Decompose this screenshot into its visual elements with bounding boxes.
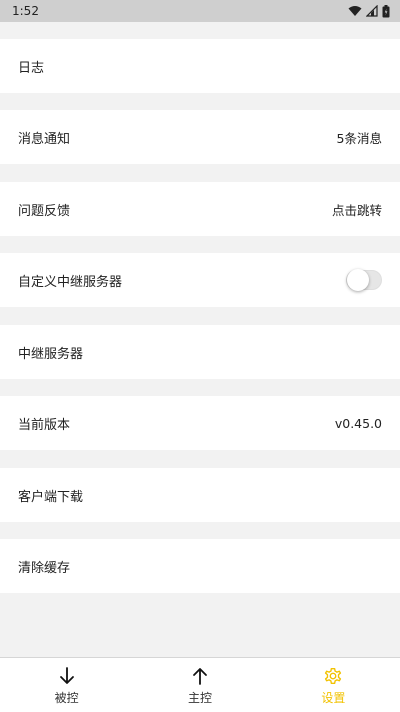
nav-item-controlled[interactable]: 被控 <box>0 658 133 712</box>
row-label: 问题反馈 <box>18 203 71 219</box>
row-feedback[interactable]: 问题反馈 点击跳转 <box>0 182 400 236</box>
row-log[interactable]: 日志 <box>0 39 400 93</box>
row-label: 清除缓存 <box>18 560 71 576</box>
nav-label: 被控 <box>54 690 79 705</box>
nav-item-control[interactable]: 主控 <box>133 658 266 712</box>
status-icons <box>348 4 390 18</box>
row-notifications[interactable]: 消息通知 5条消息 <box>0 110 400 164</box>
row-version: 当前版本 v0.45.0 <box>0 396 400 450</box>
custom-relay-toggle[interactable] <box>346 269 382 291</box>
battery-icon <box>382 4 390 17</box>
version-value: v0.45.0 <box>334 415 382 431</box>
bottom-nav: 被控 主控 设置 <box>0 657 400 712</box>
toggle-knob <box>347 269 369 291</box>
row-relay-server[interactable]: 中继服务器 <box>0 325 400 379</box>
gear-icon <box>325 667 342 684</box>
row-label: 自定义中继服务器 <box>18 274 123 290</box>
row-label: 客户端下载 <box>18 489 84 505</box>
row-label: 日志 <box>18 60 45 76</box>
row-label: 当前版本 <box>18 417 71 433</box>
signal-icon <box>366 5 378 17</box>
feedback-link: 点击跳转 <box>331 202 382 218</box>
nav-label: 设置 <box>321 690 346 705</box>
nav-item-settings[interactable]: 设置 <box>267 658 400 712</box>
wifi-icon <box>348 6 362 16</box>
arrow-up-icon <box>193 667 207 685</box>
row-clear-cache[interactable]: 清除缓存 <box>0 539 400 593</box>
row-client-download[interactable]: 客户端下载 <box>0 468 400 522</box>
notification-count: 5条消息 <box>336 130 382 146</box>
arrow-down-icon <box>59 666 74 684</box>
status-bar: 1:52 <box>0 0 400 22</box>
settings-screen: 1:52 日志 消息通知 5条消息 问题反馈 点击跳转 自定义中继服务器 中继服… <box>0 0 400 712</box>
nav-label: 主控 <box>187 690 212 705</box>
status-time: 1:52 <box>12 4 39 18</box>
row-label: 中继服务器 <box>18 346 84 362</box>
row-custom-relay: 自定义中继服务器 <box>0 253 400 307</box>
row-label: 消息通知 <box>18 131 71 147</box>
